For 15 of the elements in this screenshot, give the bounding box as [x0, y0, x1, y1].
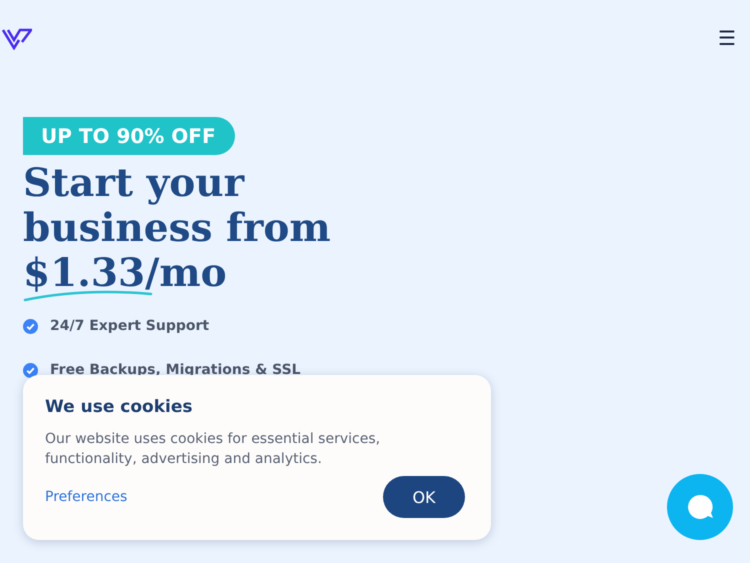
underline-swoosh-icon: [23, 290, 153, 302]
logo-icon[interactable]: [2, 28, 32, 50]
headline: Start your: [23, 161, 244, 206]
chat-bubble-icon: [686, 493, 714, 521]
headline-price: $1.33/mo: [23, 251, 227, 296]
cookie-text: Our website uses cookies for essential services, functionality, advertising and analytics.: [45, 430, 382, 469]
menu-button[interactable]: ☰: [718, 29, 736, 49]
discount-badge: UP TO 90% OFF: [23, 117, 235, 155]
preferences-link[interactable]: Preferences: [45, 489, 128, 505]
feature-text: Free Backups, Migrations & SSL: [50, 362, 301, 378]
ok-button[interactable]: OK: [383, 476, 465, 518]
headline: business from: [23, 206, 331, 251]
feature-text: 24/7 Expert Support: [50, 318, 210, 334]
cookie-title: We use cookies: [45, 397, 194, 417]
check-circle-icon: [23, 318, 38, 334]
